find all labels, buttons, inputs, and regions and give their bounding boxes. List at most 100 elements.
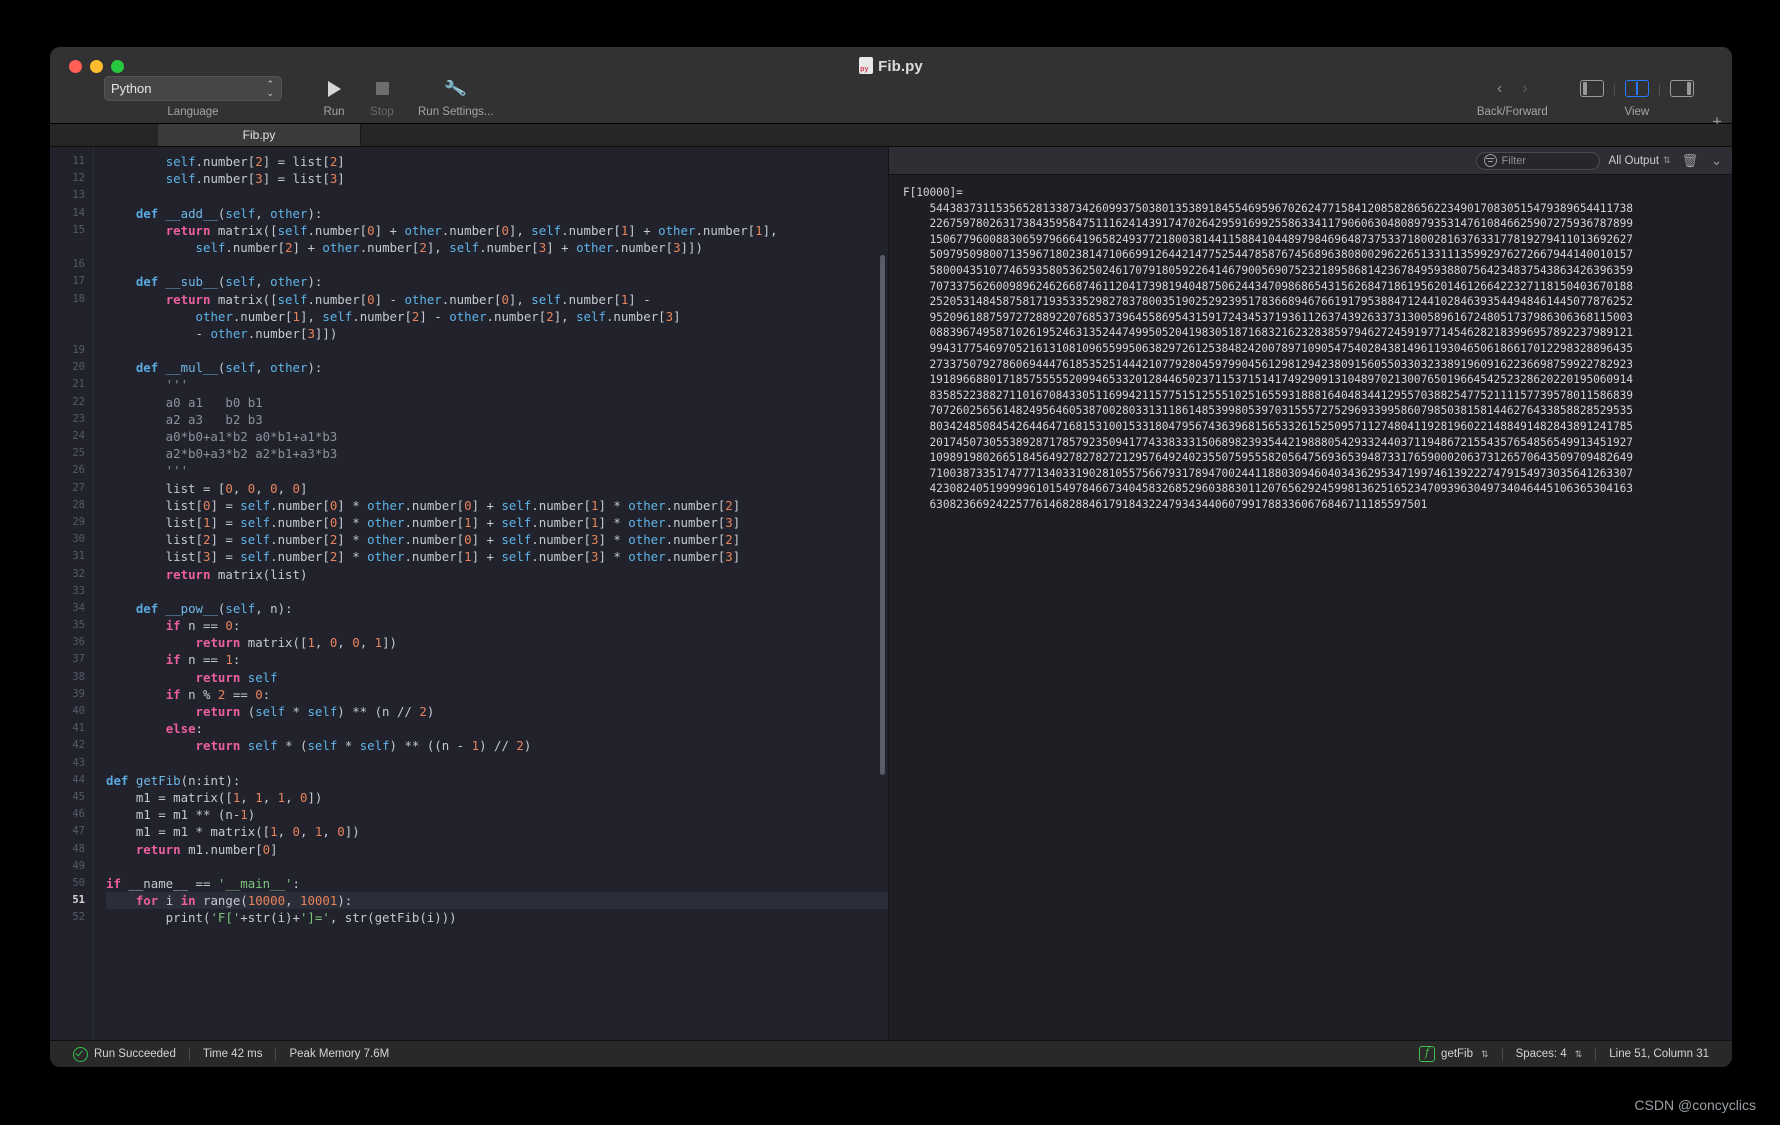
code-line[interactable]: a2 a3 b2 b3	[106, 411, 888, 428]
indentation-select[interactable]: Spaces: 4 ⇅	[1503, 1048, 1596, 1060]
code-line[interactable]: print('F['+str(i)+']=', str(getFib(i)))	[106, 909, 888, 926]
code-line[interactable]: self.number[2] + other.number[2], self.n…	[106, 239, 888, 256]
code-token: matrix([	[210, 291, 278, 307]
code-line[interactable]: a0*b0+a1*b2 a0*b1+a1*b3	[106, 428, 888, 445]
code-token: ,	[232, 480, 248, 496]
code-line[interactable]: def __pow__(self, n):	[106, 600, 888, 617]
code-line[interactable]	[106, 858, 888, 875]
code-line[interactable]: return (self * self) ** (n // 2)	[106, 703, 888, 720]
run-settings-button[interactable]: 🔧	[434, 76, 478, 101]
output-scope-select[interactable]: All Output ⇅	[1609, 155, 1671, 167]
code-line[interactable]: return matrix(list)	[106, 566, 888, 583]
code-line[interactable]: if n == 0:	[106, 617, 888, 634]
run-settings-group[interactable]: 🔧 Run Settings...	[418, 76, 493, 118]
output-toolbar: Filter All Output ⇅ 🗑 ⌄	[889, 147, 1732, 175]
code-line[interactable]: list[3] = self.number[2] * other.number[…	[106, 548, 888, 565]
code-line[interactable]: other.number[1], self.number[2] - other.…	[106, 308, 888, 325]
code-line[interactable]: m1 = m1 ** (n-1)	[106, 806, 888, 823]
output-line: 5097950980071359671802381471066991264421…	[903, 248, 1633, 262]
code-line[interactable]: m1 = matrix([1, 1, 1, 0])	[106, 789, 888, 806]
stop-button-group[interactable]: Stop	[360, 76, 404, 118]
code-line[interactable]: def getFib(n:int):	[106, 772, 888, 789]
code-line[interactable]: - other.number[3]])	[106, 325, 888, 342]
tab-fib-py[interactable]: Fib.py	[158, 124, 361, 146]
code-token: a2*b0+a3*b2 a2*b1+a3*b3	[106, 446, 338, 462]
view-console-only-icon[interactable]	[1670, 80, 1694, 97]
code-token: .number[	[531, 514, 591, 530]
code-line[interactable]: '''	[106, 376, 888, 393]
code-line[interactable]: return matrix([self.number[0] - other.nu…	[106, 291, 888, 308]
editor-scrollbar[interactable]	[880, 255, 885, 775]
code-line[interactable]: return matrix([1, 0, 0, 1])	[106, 634, 888, 651]
code-line[interactable]: list[0] = self.number[0] * other.number[…	[106, 497, 888, 514]
code-line[interactable]: list[1] = self.number[0] * other.number[…	[106, 514, 888, 531]
run-button-group[interactable]: Run	[312, 76, 356, 118]
line-number	[50, 325, 93, 342]
code-line[interactable]: else:	[106, 720, 888, 737]
code-token: self	[195, 239, 226, 255]
code-line[interactable]: if n % 2 == 0:	[106, 686, 888, 703]
code-line[interactable]	[106, 256, 888, 273]
symbol-select[interactable]: f getFib ⇅	[1406, 1046, 1502, 1062]
back-forward-group[interactable]: ‹ › Back/Forward	[1477, 76, 1548, 119]
output-options-chevron-icon[interactable]: ⌄	[1709, 153, 1724, 169]
code-token: ] =	[210, 514, 241, 530]
code-line[interactable]: self.number[2] = list[2]	[106, 153, 888, 170]
code-line[interactable]: list[2] = self.number[2] * other.number[…	[106, 531, 888, 548]
code-content[interactable]: self.number[2] = list[2] self.number[3] …	[94, 147, 888, 1040]
code-token: ,	[255, 205, 271, 221]
code-line[interactable]: def __mul__(self, other):	[106, 359, 888, 376]
view-group[interactable]: | | View	[1579, 76, 1694, 118]
code-token: other	[576, 239, 614, 255]
code-line[interactable]	[106, 342, 888, 359]
code-token: other	[628, 532, 666, 548]
code-token: __pow__	[165, 600, 218, 616]
view-split-icon[interactable]	[1624, 80, 1649, 97]
code-token: list = [	[106, 480, 226, 496]
code-token: other	[628, 514, 666, 530]
language-select[interactable]: Python ⌃ ⌄	[104, 76, 282, 101]
output-filter-input[interactable]: Filter	[1475, 151, 1600, 170]
code-line[interactable]: self.number[3] = list[3]	[106, 170, 888, 187]
code-line[interactable]: if __name__ == '__main__':	[106, 875, 888, 892]
code-line[interactable]: return self	[106, 669, 888, 686]
code-token: range(	[195, 893, 248, 909]
chevron-updown-icon: ⇅	[1663, 155, 1671, 165]
code-token: n %	[180, 686, 218, 702]
code-line[interactable]: return m1.number[0]	[106, 841, 888, 858]
code-line[interactable]: m1 = m1 * matrix([1, 0, 1, 0])	[106, 823, 888, 840]
output-line: 2017450730553892871785792350941774338333…	[903, 435, 1633, 449]
code-line[interactable]: '''	[106, 462, 888, 479]
view-editor-only-icon[interactable]	[1579, 80, 1604, 97]
view-mode-buttons[interactable]: | |	[1579, 76, 1694, 101]
line-number	[50, 308, 93, 325]
code-token: .number[	[307, 291, 368, 307]
code-line[interactable]: a0 a1 b0 b1	[106, 394, 888, 411]
code-line[interactable]: return self * (self * self) ** ((n - 1) …	[106, 737, 888, 754]
code-token: .number[	[232, 308, 293, 324]
code-line[interactable]: a2*b0+a3*b2 a2*b1+a3*b3	[106, 445, 888, 462]
code-line[interactable]	[106, 187, 888, 204]
language-picker-group[interactable]: Python ⌃ ⌄ Language	[104, 76, 282, 118]
code-line[interactable]: return matrix([self.number[0] + other.nu…	[106, 222, 888, 239]
code-line[interactable]: def __add__(self, other):	[106, 205, 888, 222]
output-text-area[interactable]: F[10000]= 544383731153565281338734260993…	[889, 175, 1732, 1040]
code-line[interactable]	[106, 755, 888, 772]
code-token: self	[277, 222, 308, 238]
back-icon[interactable]: ‹	[1497, 80, 1502, 98]
code-line[interactable]	[106, 583, 888, 600]
code-line[interactable]: for i in range(10000, 10001):	[106, 892, 888, 910]
code-token: self	[225, 360, 256, 376]
code-token: :	[232, 652, 241, 668]
code-token: __mul__	[165, 360, 218, 376]
run-button[interactable]	[312, 76, 356, 101]
back-forward-buttons[interactable]: ‹ ›	[1497, 76, 1528, 101]
code-line[interactable]: list = [0, 0, 0, 0]	[106, 480, 888, 497]
clear-output-button[interactable]: 🗑	[1680, 153, 1701, 169]
code-editor[interactable]: 11 12 13 14 15 16 17 18 19 20 21 22 23 24 25 26 27 28 29 30…	[50, 147, 888, 1040]
code-line[interactable]: def __sub__(self, other):	[106, 273, 888, 290]
line-number: 35	[72, 619, 85, 632]
code-line[interactable]: if n == 1:	[106, 651, 888, 668]
forward-icon[interactable]: ›	[1522, 80, 1527, 98]
stop-button[interactable]	[360, 76, 404, 101]
